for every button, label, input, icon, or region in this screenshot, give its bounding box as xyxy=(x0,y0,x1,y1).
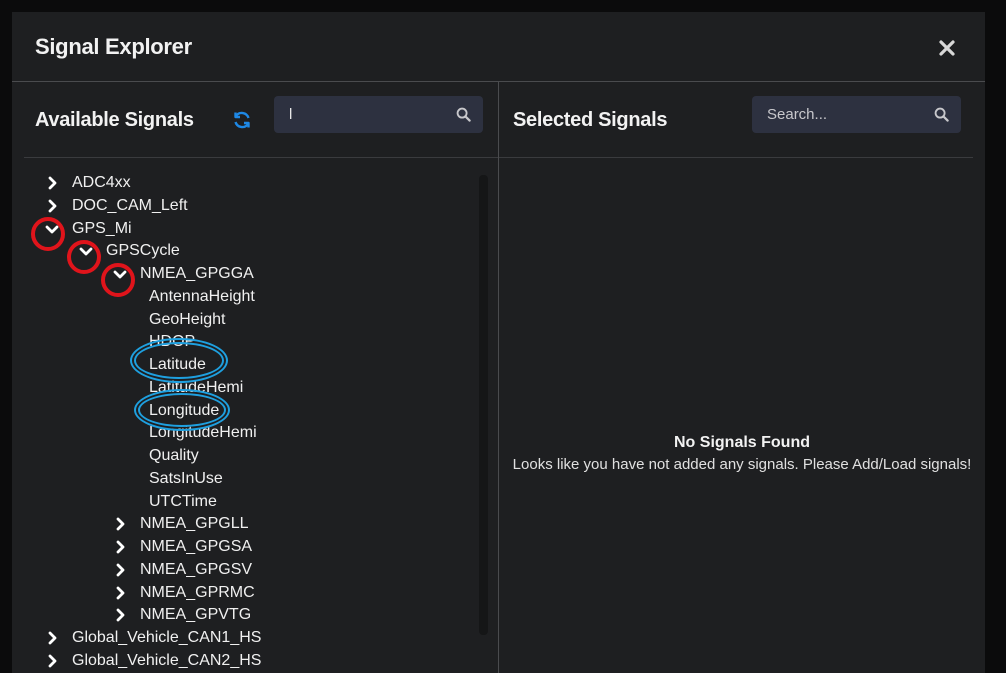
tree-node[interactable]: NMEA_GPGSV xyxy=(12,559,472,581)
tree-node[interactable]: ADC4xx xyxy=(12,172,472,194)
tree-item-label: NMEA_GPGLL xyxy=(140,515,249,533)
signal-item[interactable]: UTCTime xyxy=(12,491,472,513)
tree-item-label: GPS_Mi xyxy=(72,219,132,237)
tree-item-label: NMEA_GPGSV xyxy=(140,560,253,578)
tree-item-label: NMEA_GPGSA xyxy=(140,538,253,555)
search-icon xyxy=(456,107,471,122)
tree-item-label: GPSCycle xyxy=(106,242,180,260)
available-search-box xyxy=(274,96,483,133)
available-search-input[interactable] xyxy=(274,96,483,133)
tree-item-label: LongitudeHemi xyxy=(149,424,257,442)
signal-item[interactable]: LatitudeHemi xyxy=(12,377,472,399)
tree-item-label: Latitude xyxy=(149,356,206,373)
chevron-down-icon[interactable] xyxy=(112,266,128,282)
signal-item[interactable]: Latitude xyxy=(12,354,472,376)
signal-item[interactable]: Quality xyxy=(12,445,472,467)
tree-node[interactable]: GPS_Mi xyxy=(12,218,472,240)
tree-item-label: ADC4xx xyxy=(72,174,131,191)
tree-node[interactable]: NMEA_GPVTG xyxy=(12,604,472,626)
signal-item[interactable]: LongitudeHemi xyxy=(12,422,472,444)
tree-item-label: SatsInUse xyxy=(149,469,223,487)
tree-item-label: HDOP xyxy=(149,333,196,351)
panel-divider xyxy=(24,157,498,158)
tree-item-label: NMEA_GPGGA xyxy=(140,265,254,282)
tree-item-label: NMEA_GPRMC xyxy=(140,583,255,601)
empty-state-title: No Signals Found xyxy=(674,434,810,451)
chevron-down-icon[interactable] xyxy=(78,243,94,259)
tree-node[interactable]: NMEA_GPGSA xyxy=(12,536,472,558)
tree-scrollbar[interactable] xyxy=(479,175,488,635)
tree-item-label: Global_Vehicle_CAN2_HS xyxy=(72,651,262,669)
tree-item-label: NMEA_GPVTG xyxy=(140,606,252,624)
signal-item[interactable]: HDOP xyxy=(12,331,472,353)
tree-node[interactable]: GPSCycle xyxy=(12,240,472,262)
chevron-right-icon[interactable] xyxy=(44,653,60,669)
empty-state-message: Looks like you have not added any signal… xyxy=(512,456,972,473)
available-signals-panel: Available Signals ADC4xx DOC_CAM_Left GPS_… xyxy=(12,82,499,673)
tree-node[interactable]: DOC_CAM_Left xyxy=(12,195,472,217)
tree-item-label: DOC_CAM_Left xyxy=(72,196,188,214)
modal-header: Signal Explorer xyxy=(12,12,985,82)
close-icon xyxy=(939,40,955,56)
signal-item[interactable]: AntennaHeight xyxy=(12,286,472,308)
refresh-icon xyxy=(234,111,250,129)
tree-item-label: AntennaHeight xyxy=(149,287,255,305)
tree-node[interactable]: NMEA_GPGGA xyxy=(12,263,472,285)
tree-item-label: LatitudeHemi xyxy=(149,378,244,396)
tree-item-label: GeoHeight xyxy=(149,310,226,328)
tree-item-label: Quality xyxy=(149,447,199,464)
close-button[interactable] xyxy=(936,37,958,59)
refresh-button[interactable] xyxy=(232,110,252,130)
chevron-right-icon[interactable] xyxy=(112,562,128,578)
signal-item[interactable]: Longitude xyxy=(12,400,472,422)
chevron-right-icon[interactable] xyxy=(112,516,128,532)
chevron-right-icon[interactable] xyxy=(112,539,128,555)
chevron-right-icon[interactable] xyxy=(112,585,128,601)
selected-signals-title: Selected Signals xyxy=(513,109,668,131)
signal-item[interactable]: SatsInUse xyxy=(12,468,472,490)
tree-node[interactable]: NMEA_GPGLL xyxy=(12,513,472,535)
modal-title: Signal Explorer xyxy=(35,34,192,59)
chevron-right-icon[interactable] xyxy=(112,607,128,623)
panel-divider xyxy=(499,157,973,158)
chevron-right-icon[interactable] xyxy=(44,630,60,646)
signal-explorer-modal: Signal Explorer Available Signals ADC xyxy=(12,12,985,673)
search-icon xyxy=(934,107,949,122)
tree-node[interactable]: Global_Vehicle_CAN2_HS xyxy=(12,650,472,672)
tree-item-label: Global_Vehicle_CAN1_HS xyxy=(72,629,262,646)
selected-signals-panel: Selected Signals No Signals Found Looks … xyxy=(499,82,985,673)
available-signals-title: Available Signals xyxy=(35,109,194,131)
chevron-right-icon[interactable] xyxy=(44,198,60,214)
tree-node[interactable]: Global_Vehicle_CAN1_HS xyxy=(12,627,472,649)
signal-item[interactable]: GeoHeight xyxy=(12,309,472,331)
tree-node[interactable]: NMEA_GPRMC xyxy=(12,582,472,604)
tree-item-label: UTCTime xyxy=(149,492,217,510)
selected-search-input[interactable] xyxy=(752,96,961,133)
chevron-right-icon[interactable] xyxy=(44,175,60,191)
selected-search-box xyxy=(752,96,961,133)
chevron-down-icon[interactable] xyxy=(44,221,60,237)
tree-item-label: Longitude xyxy=(149,401,220,419)
